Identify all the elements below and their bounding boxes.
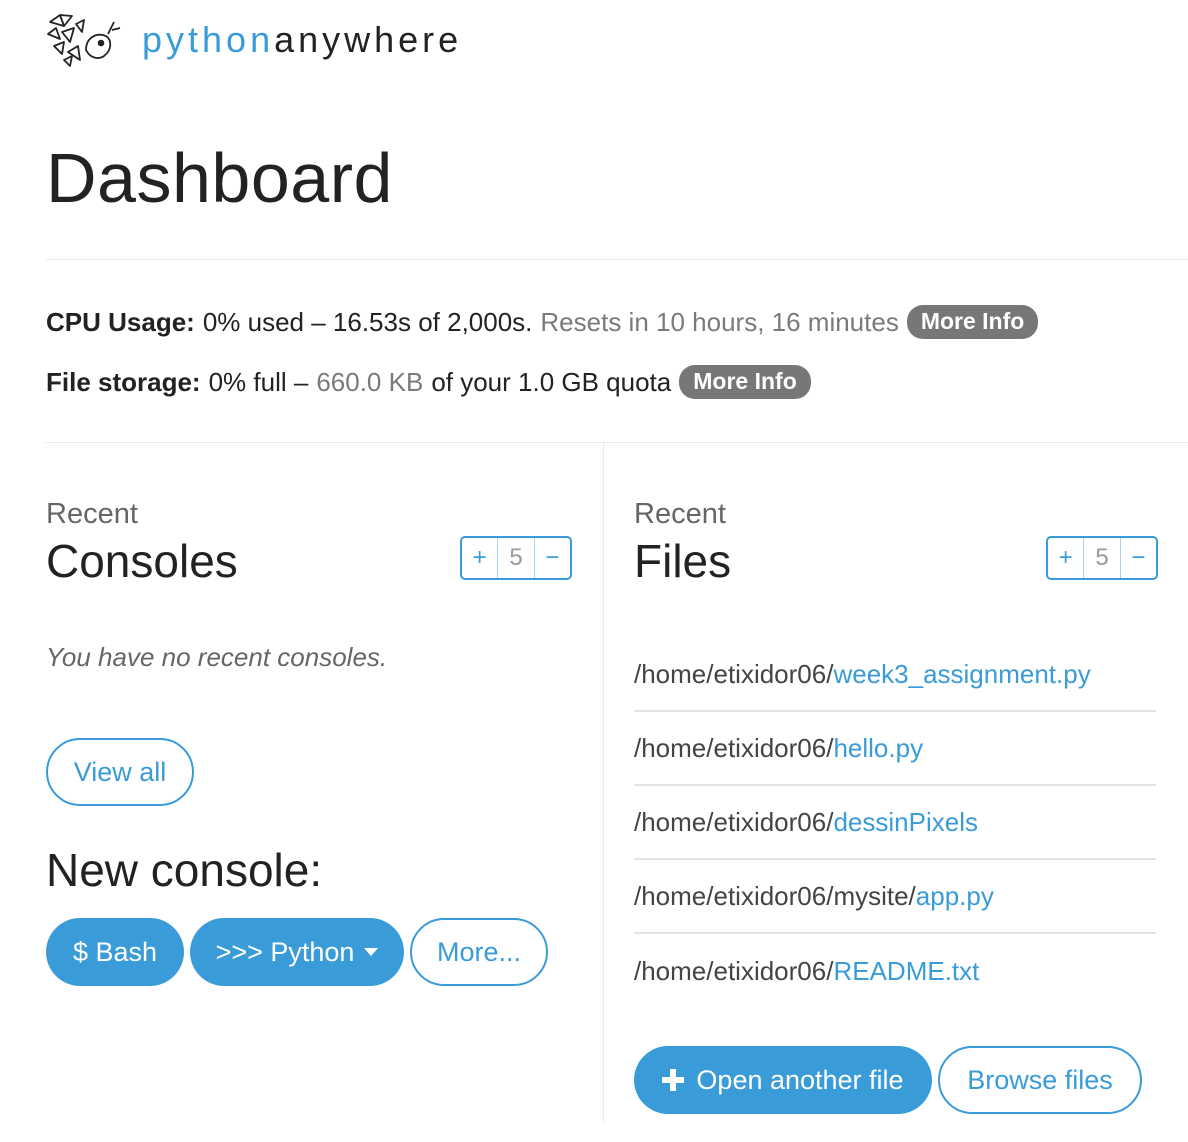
python-console-button[interactable]: >>> Python [190, 918, 404, 986]
file-link[interactable]: week3_assignment.py [833, 659, 1090, 690]
bash-console-button[interactable]: $ Bash [46, 918, 184, 986]
files-heading: Files [634, 535, 732, 587]
file-storage-amount: 660.0 KB [316, 366, 424, 397]
file-storage-percent: 0% full – [208, 366, 309, 397]
page-title: Dashboard [46, 139, 393, 217]
file-storage-label: File storage: [46, 366, 201, 397]
python-console-label: >>> Python [215, 936, 355, 967]
consoles-increase-button[interactable]: + [462, 538, 497, 578]
file-storage-line: File storage: 0% full – 660.0 KB of your… [46, 365, 811, 400]
column-divider [603, 443, 604, 1123]
list-item: /home/etixidor06/week3_assignment.py [634, 638, 1156, 712]
file-storage-quota: of your 1.0 GB quota [431, 366, 672, 397]
file-path: /home/etixidor06/mysite/ [634, 880, 916, 911]
view-all-consoles-button[interactable]: View all [46, 738, 194, 806]
storage-more-info-button[interactable]: More Info [679, 365, 811, 400]
open-another-file-label: Open another file [696, 1064, 904, 1095]
cpu-usage-label: CPU Usage: [46, 306, 195, 337]
consoles-kicker: Recent [46, 498, 138, 530]
cpu-usage-value: 0% used – 16.53s of 2,000s. [202, 306, 533, 337]
files-count-stepper: + 5 − [1046, 536, 1158, 580]
cpu-more-info-button[interactable]: More Info [906, 305, 1039, 340]
consoles-heading: Consoles [46, 535, 238, 587]
more-consoles-button[interactable]: More... [410, 918, 548, 986]
caret-down-icon [364, 948, 379, 956]
cpu-usage-line: CPU Usage: 0% used – 16.53s of 2,000s. R… [46, 305, 1039, 340]
recent-files-list: /home/etixidor06/week3_assignment.py /ho… [634, 638, 1156, 1008]
divider [46, 442, 1188, 443]
files-kicker: Recent [634, 498, 726, 530]
brand[interactable]: pythonanywhere [46, 12, 462, 68]
files-count-value: 5 [1083, 538, 1121, 578]
consoles-decrease-button[interactable]: − [535, 538, 570, 578]
no-consoles-note: You have no recent consoles. [46, 642, 388, 672]
list-item: /home/etixidor06/hello.py [634, 712, 1156, 786]
dashboard-page: pythonanywhere Dashboard CPU Usage: 0% u… [0, 0, 1188, 1142]
list-item: /home/etixidor06/dessinPixels [634, 786, 1156, 860]
new-console-title: New console: [46, 844, 323, 896]
consoles-count-value: 5 [497, 538, 535, 578]
cpu-reset-text: Resets in 10 hours, 16 minutes [540, 306, 899, 337]
list-item: /home/etixidor06/mysite/app.py [634, 860, 1156, 934]
file-path: /home/etixidor06/ [634, 806, 834, 837]
file-link[interactable]: README.txt [833, 956, 979, 987]
browse-files-button[interactable]: Browse files [938, 1046, 1142, 1114]
file-path: /home/etixidor06/ [634, 732, 834, 763]
file-link[interactable]: dessinPixels [833, 807, 978, 838]
file-link[interactable]: hello.py [833, 733, 923, 764]
wordmark-anywhere: anywhere [274, 19, 463, 60]
files-decrease-button[interactable]: − [1121, 538, 1156, 578]
list-item: /home/etixidor06/README.txt [634, 934, 1156, 1008]
file-link[interactable]: app.py [916, 881, 994, 912]
consoles-count-stepper: + 5 − [460, 536, 572, 580]
file-path: /home/etixidor06/ [634, 955, 834, 986]
wordmark-python: python [142, 19, 275, 60]
divider [46, 259, 1188, 260]
open-another-file-button[interactable]: Open another file [634, 1046, 932, 1114]
file-path: /home/etixidor06/ [634, 658, 834, 689]
files-increase-button[interactable]: + [1048, 538, 1083, 578]
pythonanywhere-logo-icon [47, 14, 121, 67]
plus-icon [662, 1069, 685, 1091]
wordmark: pythonanywhere [142, 22, 462, 58]
